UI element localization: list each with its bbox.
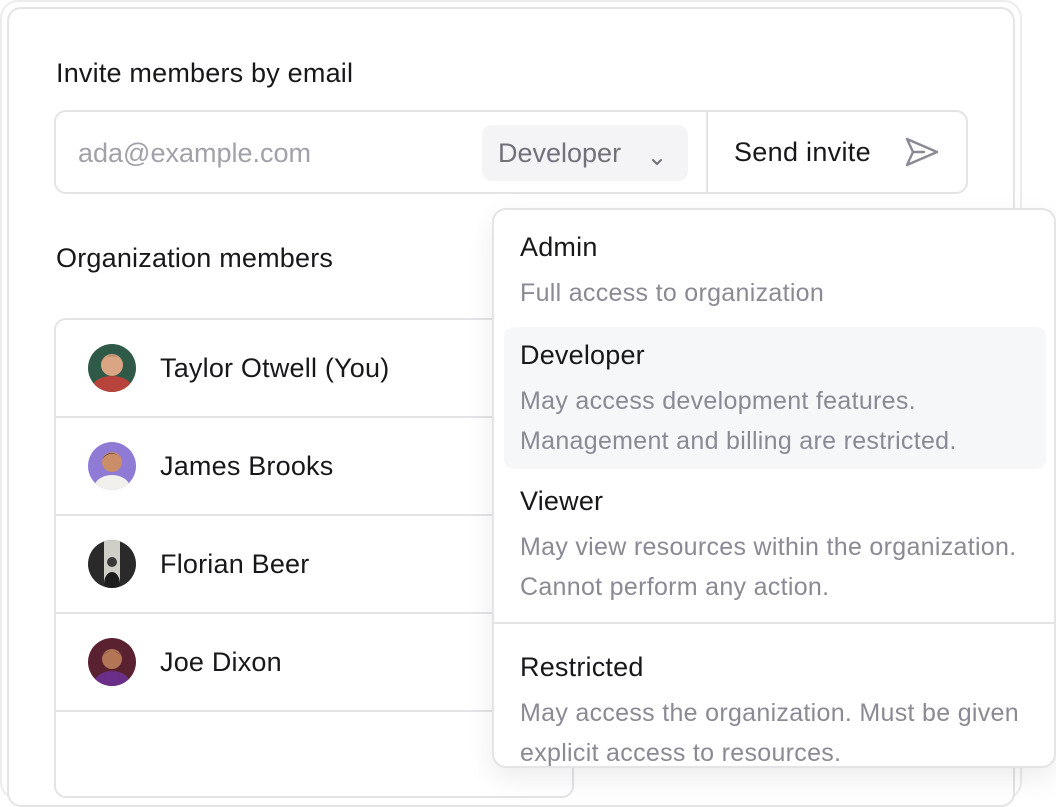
invite-form: Developer Send invite	[54, 110, 968, 194]
send-invite-label: Send invite	[734, 136, 871, 167]
role-option-restricted[interactable]: Restricted May access the organization. …	[494, 624, 1054, 770]
member-name: James Brooks	[160, 451, 334, 481]
avatar	[88, 344, 136, 392]
role-select-value: Developer	[498, 137, 622, 168]
avatar	[88, 540, 136, 588]
email-input[interactable]	[78, 132, 458, 174]
role-option-description: May access the organization. Must be giv…	[520, 699, 1019, 767]
avatar	[88, 638, 136, 686]
role-option-title: Viewer	[520, 486, 604, 516]
role-option-admin[interactable]: Admin Full access to organization	[494, 210, 1054, 326]
role-option-title: Restricted	[520, 652, 644, 682]
invite-section-title: Invite members by email	[56, 58, 354, 88]
members-section-title: Organization members	[56, 243, 334, 273]
role-option-description: May access development features. Managem…	[520, 387, 957, 455]
chevron-down-icon	[650, 145, 664, 176]
role-option-developer[interactable]: Developer May access development feature…	[494, 326, 1054, 472]
role-option-title: Admin	[520, 232, 598, 262]
role-option-viewer[interactable]: Viewer May view resources within the org…	[494, 472, 1054, 622]
send-icon	[904, 136, 940, 175]
member-name: Joe Dixon	[160, 647, 282, 677]
role-option-description: May view resources within the organizati…	[520, 533, 1017, 601]
role-option-description: Full access to organization	[520, 279, 825, 307]
send-invite-button[interactable]: Send invite	[708, 112, 966, 192]
role-dropdown-menu: Admin Full access to organization Develo…	[492, 208, 1056, 768]
avatar	[88, 442, 136, 490]
role-option-title: Developer	[520, 340, 645, 370]
member-name: Taylor Otwell (You)	[160, 353, 390, 383]
member-name: Florian Beer	[160, 549, 310, 579]
role-select[interactable]: Developer	[482, 125, 688, 181]
